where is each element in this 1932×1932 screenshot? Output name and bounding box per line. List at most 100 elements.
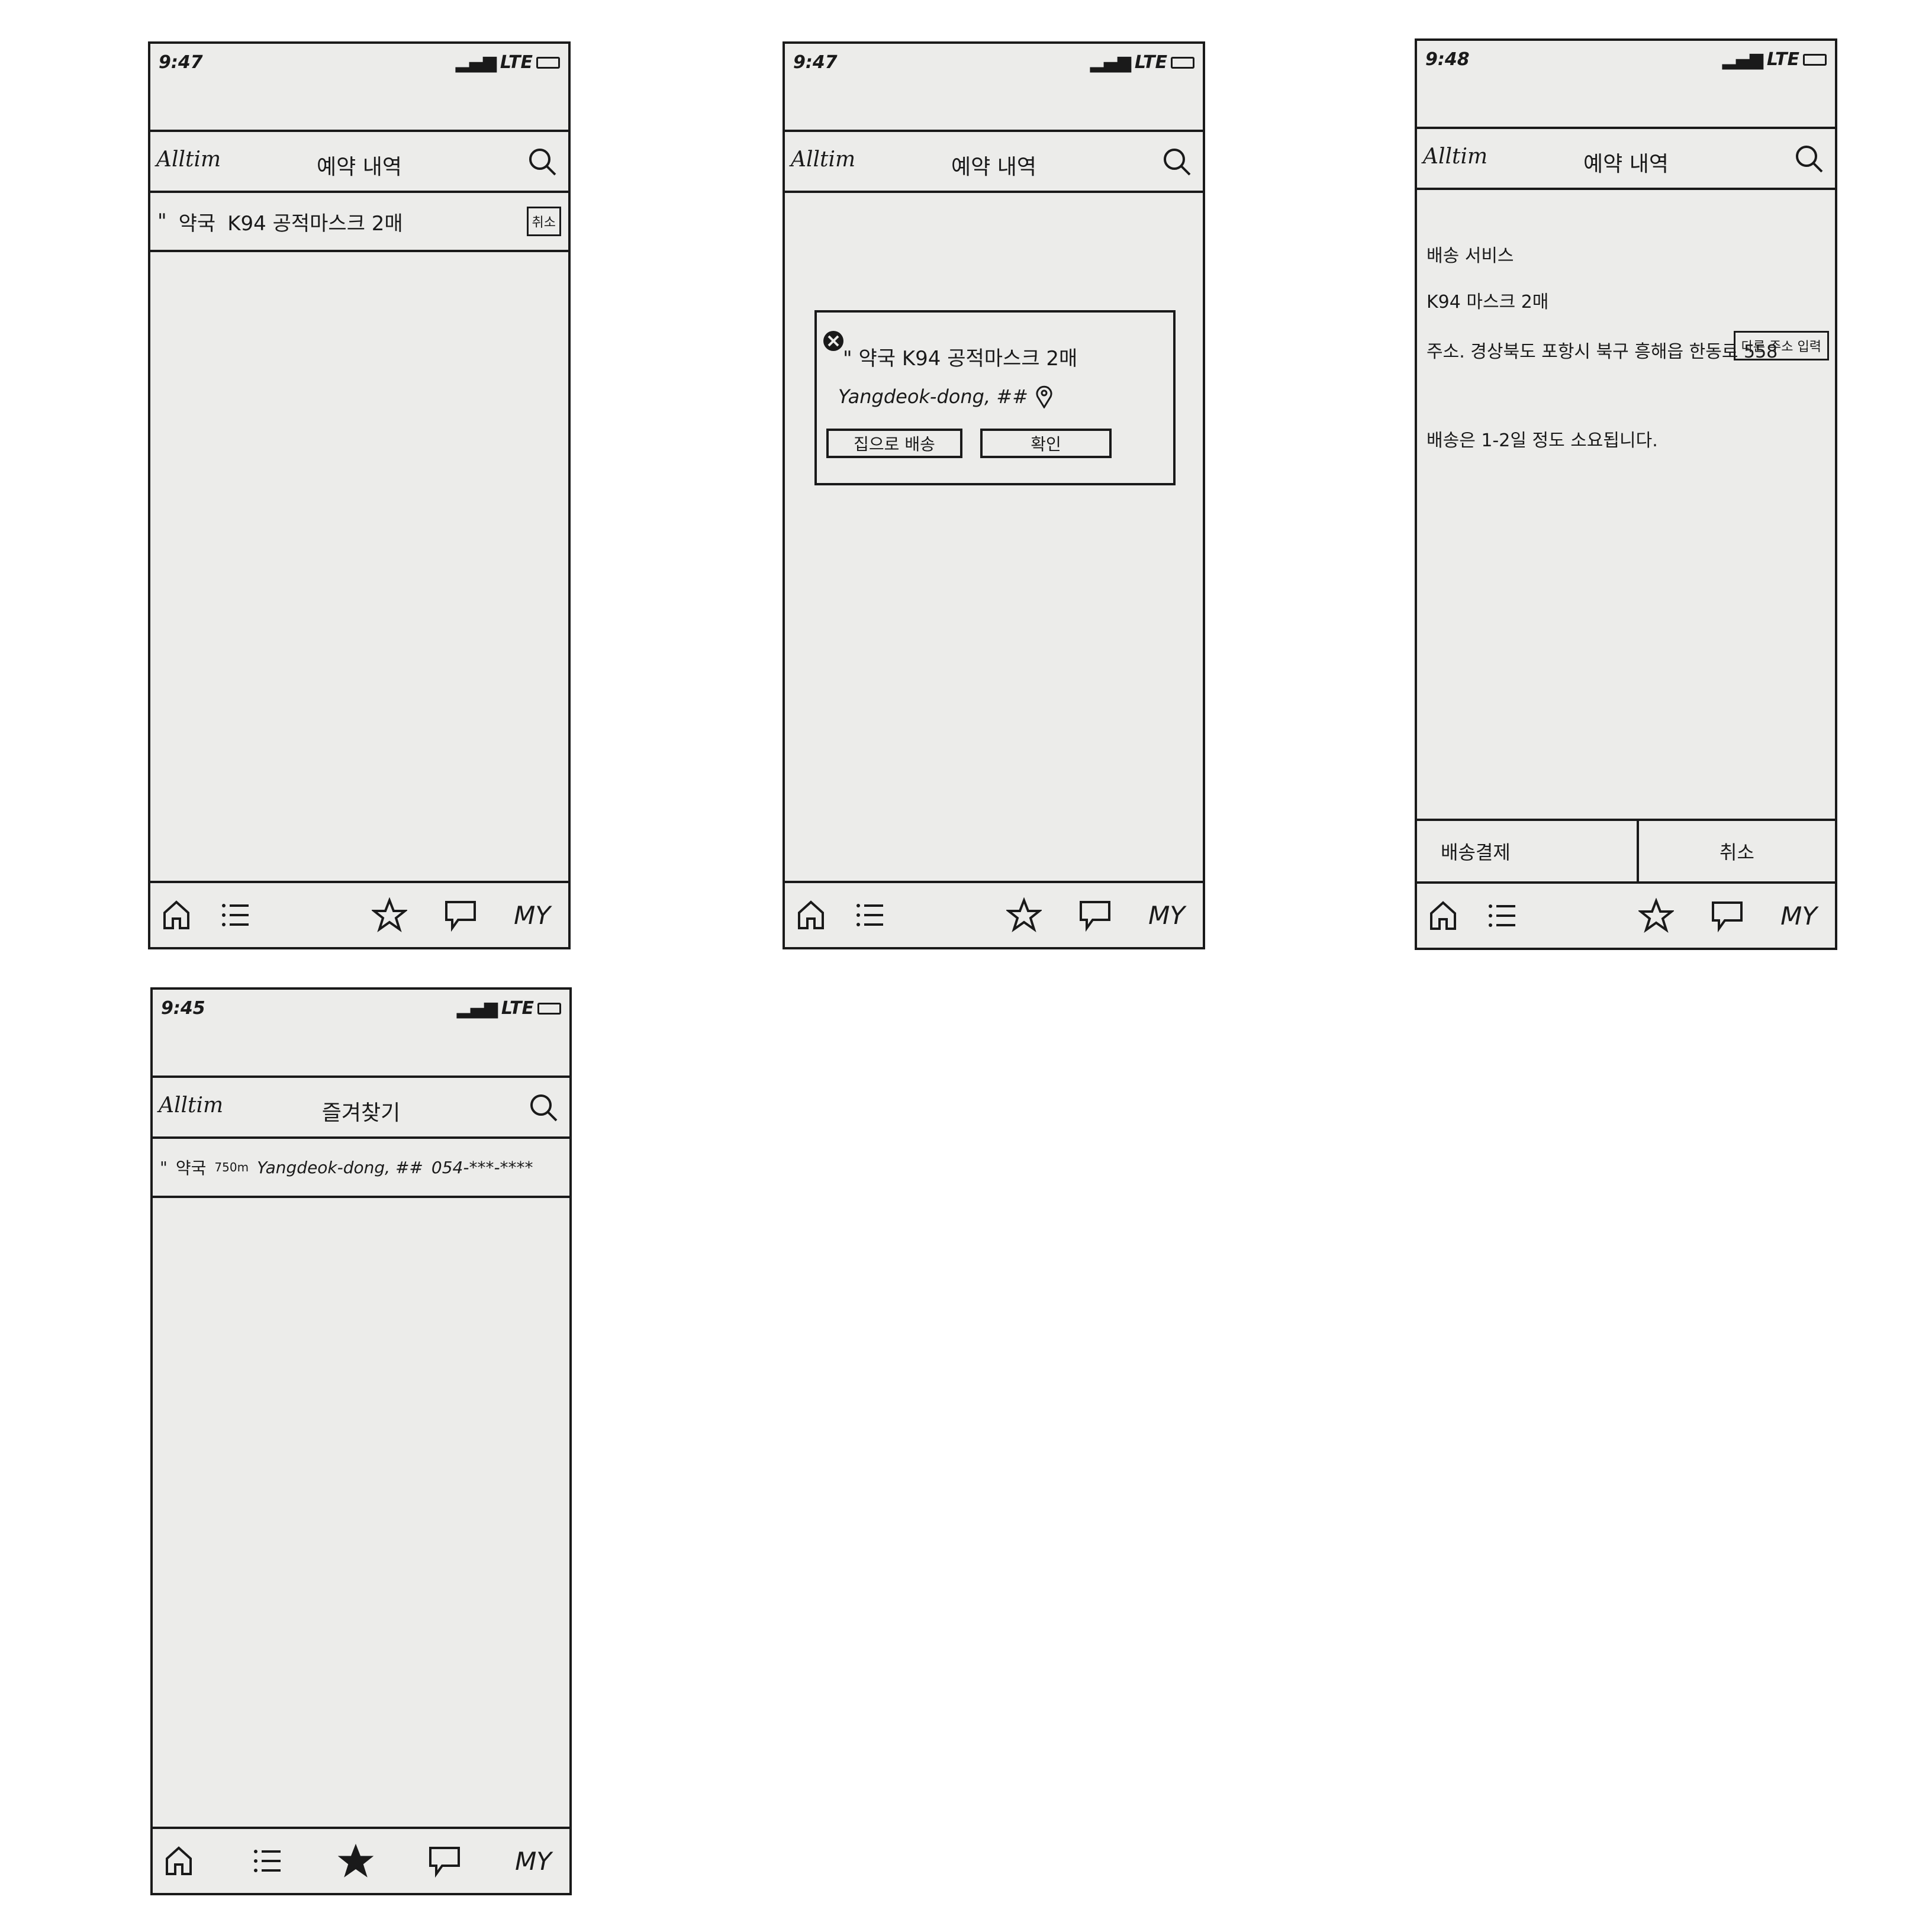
- reservation-item[interactable]: " 약국 K94 공적마스크 2매 취소: [150, 193, 568, 252]
- home-icon[interactable]: [159, 897, 194, 933]
- reservation-popup: " 약국 K94 공적마스크 2매 Yangdeok-dong, ## 집으로 …: [814, 310, 1176, 485]
- delivery-note: 배송은 1-2일 정도 소요됩니다.: [1427, 430, 1658, 451]
- close-icon[interactable]: [822, 329, 845, 353]
- list-icon[interactable]: [250, 1843, 285, 1879]
- status-indicators: ▂▄▆ LTE: [1722, 49, 1827, 70]
- star-filled-icon[interactable]: [338, 1843, 374, 1879]
- app-logo: Alltim: [159, 1093, 224, 1118]
- list-icon[interactable]: [1485, 898, 1520, 933]
- list-icon[interactable]: [852, 897, 888, 933]
- item-name: K94 공적마스크 2매: [227, 211, 403, 236]
- home-icon[interactable]: [161, 1843, 197, 1879]
- status-time: 9:47: [793, 52, 838, 73]
- favorite-item[interactable]: " 약국 750m Yangdeok-dong, ## 054-***-****: [153, 1139, 569, 1198]
- network-label: LTE: [1766, 49, 1799, 70]
- app-logo: Alltim: [791, 147, 856, 172]
- status-indicators: ▂▄▆ LTE: [1090, 52, 1194, 73]
- store-name: 약국: [858, 347, 896, 371]
- page-title: 예약 내역: [317, 155, 402, 179]
- signal-icon: ▂▄▆: [455, 52, 497, 73]
- search-icon[interactable]: [1792, 142, 1825, 175]
- quote-mark: ": [157, 210, 167, 233]
- popup-item-line: " 약국 K94 공적마스크 2매: [843, 342, 1077, 371]
- chat-icon[interactable]: [427, 1843, 462, 1879]
- star-icon[interactable]: [1638, 898, 1675, 933]
- network-label: LTE: [1134, 52, 1167, 73]
- page-title: 예약 내역: [1583, 152, 1669, 176]
- tab-bar: MY: [153, 1827, 569, 1893]
- page-title: 예약 내역: [951, 155, 1036, 179]
- chat-icon[interactable]: [443, 897, 478, 933]
- tab-bar: MY: [1417, 881, 1835, 948]
- location-pin-icon: [1036, 385, 1052, 408]
- status-bar: 9:45 ▂▄▆ LTE: [153, 990, 569, 1078]
- delivery-address: 경상북도 포항시 북구 흥해읍 한동로 558: [1470, 342, 1778, 362]
- tab-bar: MY: [150, 881, 568, 947]
- item-name: K94 공적마스크 2매: [901, 347, 1078, 371]
- service-title: 배송 서비스: [1427, 246, 1514, 266]
- network-label: LTE: [501, 998, 534, 1019]
- chat-icon[interactable]: [1077, 897, 1113, 933]
- address-line: 주소. 경상북도 포항시 북구 흥해읍 한동로 558: [1427, 337, 1778, 363]
- status-bar: 9:47 ▂▄▆ LTE: [785, 44, 1203, 132]
- screen-favorites: 9:45 ▂▄▆ LTE Alltim 즐겨찾기 " 약국 750m Yangd…: [150, 987, 572, 1895]
- other-address-button[interactable]: 다른 주소 입력: [1733, 331, 1829, 360]
- home-icon[interactable]: [1425, 898, 1461, 933]
- store-name: 약국: [178, 211, 216, 236]
- action-bar: 배송결제 취소: [1417, 819, 1835, 881]
- store-phone: 054-***-****: [431, 1157, 533, 1177]
- battery-icon: [536, 56, 560, 69]
- screen-reservations-list: 9:47 ▂▄▆ LTE Alltim 예약 내역 " 약국 K94 공적마스크…: [148, 41, 571, 949]
- home-delivery-button[interactable]: 집으로 배송: [826, 429, 962, 458]
- status-time: 9:47: [159, 52, 203, 73]
- status-time: 9:48: [1425, 49, 1470, 70]
- app-logo: Alltim: [1423, 144, 1488, 169]
- star-icon[interactable]: [1006, 897, 1042, 933]
- status-indicators: ▂▄▆ LTE: [457, 998, 561, 1019]
- signal-icon: ▂▄▆: [1722, 49, 1763, 70]
- home-icon[interactable]: [793, 897, 829, 933]
- confirm-button[interactable]: 확인: [980, 429, 1112, 458]
- battery-icon: [1171, 56, 1194, 69]
- store-name: 약국: [175, 1158, 207, 1178]
- status-bar: 9:48 ▂▄▆ LTE: [1417, 41, 1835, 129]
- status-indicators: ▂▄▆ LTE: [456, 52, 560, 73]
- search-icon[interactable]: [526, 145, 559, 178]
- app-header: Alltim 예약 내역: [785, 132, 1203, 193]
- pay-delivery-button[interactable]: 배송결제: [1417, 821, 1639, 881]
- status-bar: 9:47 ▂▄▆ LTE: [150, 44, 568, 132]
- tab-bar: MY: [785, 881, 1203, 947]
- star-icon[interactable]: [372, 897, 408, 933]
- status-time: 9:45: [161, 998, 205, 1019]
- screen-reservation-popup: 9:47 ▂▄▆ LTE Alltim 예약 내역 " 약국 K94 공적마스크…: [783, 41, 1205, 949]
- battery-icon: [537, 1002, 561, 1015]
- tab-my[interactable]: MY: [1148, 901, 1185, 930]
- app-header: Alltim 예약 내역: [1417, 129, 1835, 190]
- cancel-button[interactable]: 취소: [1639, 821, 1835, 881]
- store-address: Yangdeok-dong, ##: [838, 385, 1028, 408]
- address-label: 주소.: [1427, 342, 1465, 362]
- tab-my[interactable]: MY: [514, 901, 550, 930]
- signal-icon: ▂▄▆: [456, 998, 498, 1019]
- store-distance: 750m: [214, 1160, 249, 1174]
- search-icon[interactable]: [1160, 145, 1193, 178]
- signal-icon: ▂▄▆: [1090, 52, 1131, 73]
- network-label: LTE: [500, 52, 533, 73]
- app-header: Alltim 예약 내역: [150, 132, 568, 193]
- store-address: Yangdeok-dong, ##: [257, 1157, 423, 1177]
- screen-delivery-service: 9:48 ▂▄▆ LTE Alltim 예약 내역 배송 서비스 K94 마스크…: [1415, 38, 1837, 950]
- search-icon[interactable]: [527, 1091, 560, 1124]
- popup-address-line: Yangdeok-dong, ##: [838, 385, 1054, 408]
- battery-icon: [1803, 53, 1827, 66]
- item-name: K94 마스크 2매: [1427, 292, 1549, 313]
- chat-icon[interactable]: [1709, 898, 1745, 933]
- page-title: 즐겨찾기: [321, 1101, 401, 1125]
- cancel-button[interactable]: 취소: [526, 207, 561, 236]
- tab-my[interactable]: MY: [515, 1847, 552, 1876]
- app-logo: Alltim: [156, 147, 221, 172]
- quote-mark: ": [843, 347, 852, 371]
- quote-mark: ": [160, 1157, 168, 1177]
- list-icon[interactable]: [218, 897, 253, 933]
- tab-my[interactable]: MY: [1780, 901, 1817, 930]
- app-header: Alltim 즐겨찾기: [153, 1078, 569, 1139]
